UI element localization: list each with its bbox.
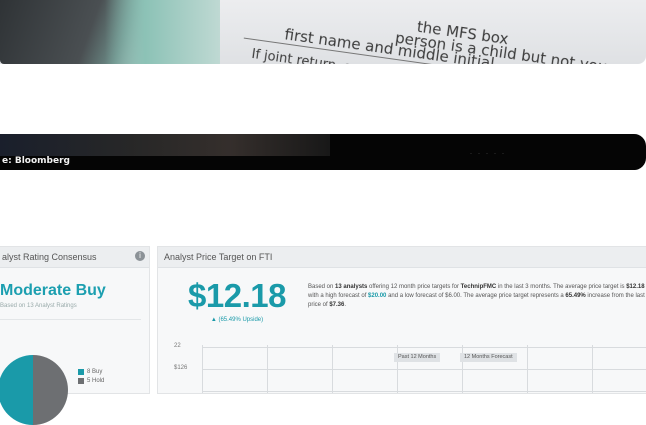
- divider: [0, 319, 141, 320]
- desc-analysts: 13 analysts: [335, 284, 368, 290]
- legend-swatch: [78, 378, 84, 384]
- video-player[interactable]: e: Bloomberg ·····: [0, 134, 646, 170]
- grid-line: [267, 345, 268, 393]
- price-target-panel: Analyst Price Target on FTI $12.18 ▲ (65…: [157, 246, 646, 394]
- video-frame: [0, 134, 330, 156]
- price-chart: 22 $126 Past 12 Months 12 Months Forecas…: [172, 339, 646, 393]
- upside-label: ▲ (65.49% Upside): [210, 317, 264, 323]
- grid-line: [202, 369, 646, 370]
- legend-item-hold: 5 Hold: [78, 378, 104, 384]
- analyst-rating-panel: alyst Rating Consensus i Moderate Buy Ba…: [0, 246, 150, 425]
- desc-avg: $12.18: [626, 284, 645, 290]
- target-panel-header: Analyst Price Target on FTI: [158, 247, 646, 268]
- desc-text: with a high forecast of: [308, 293, 369, 299]
- tax-form-photo: the MFS box person is a child but not yo…: [0, 0, 646, 64]
- grid-line: [202, 391, 646, 392]
- grid-line: [592, 345, 593, 393]
- rating-panel-header: alyst Rating Consensus i: [0, 247, 149, 268]
- rating-consensus: Moderate Buy: [0, 282, 106, 299]
- legend-label: 8 Buy: [87, 369, 103, 375]
- info-icon[interactable]: i: [135, 251, 145, 261]
- price-box: $12.18 ▲ (65.49% Upside): [172, 277, 302, 323]
- photo-form-text: the MFS box person is a child but not yo…: [239, 0, 646, 64]
- grid-line: [202, 345, 203, 393]
- price-target-description: Based on 13 analysts offering 12 month p…: [308, 283, 646, 310]
- photo-teal-area: [105, 0, 220, 64]
- desc-text: and a low forecast of $6.00. The average…: [386, 293, 566, 299]
- chart-tag-past: Past 12 Months: [394, 353, 441, 362]
- desc-last: $7.36: [329, 302, 345, 308]
- rating-pie-chart: [0, 355, 68, 425]
- rating-panel-title: alyst Rating Consensus: [2, 252, 97, 262]
- desc-text: offering 12 month price targets for: [367, 284, 461, 290]
- y-tick: $126: [174, 365, 188, 371]
- grid-line: [202, 347, 646, 348]
- legend-swatch: [78, 369, 84, 375]
- y-tick: 22: [174, 343, 181, 349]
- desc-text: .: [344, 302, 347, 308]
- chart-tag-forecast: 12 Months Forecast: [460, 353, 517, 362]
- grid-line: [332, 345, 333, 393]
- price-target: $12.18: [188, 277, 286, 314]
- desc-company: TechnipFMC: [460, 284, 497, 290]
- desc-text: Based on: [308, 284, 336, 290]
- video-artifacts: ·····: [470, 151, 510, 157]
- grid-line: [527, 345, 528, 393]
- desc-pct: 65.49%: [565, 293, 586, 299]
- legend-item-buy: 8 Buy: [78, 369, 104, 375]
- legend-label: 5 Hold: [87, 378, 105, 384]
- desc-text: in the last 3 months. The average price …: [496, 284, 627, 290]
- rating-subtitle: Based on 13 Analyst Ratings: [0, 303, 77, 309]
- rating-legend: 8 Buy 5 Hold: [78, 369, 104, 387]
- video-credit: e: Bloomberg: [2, 156, 70, 166]
- desc-high: $20.00: [368, 293, 387, 299]
- target-panel-title: Analyst Price Target on FTI: [164, 252, 273, 262]
